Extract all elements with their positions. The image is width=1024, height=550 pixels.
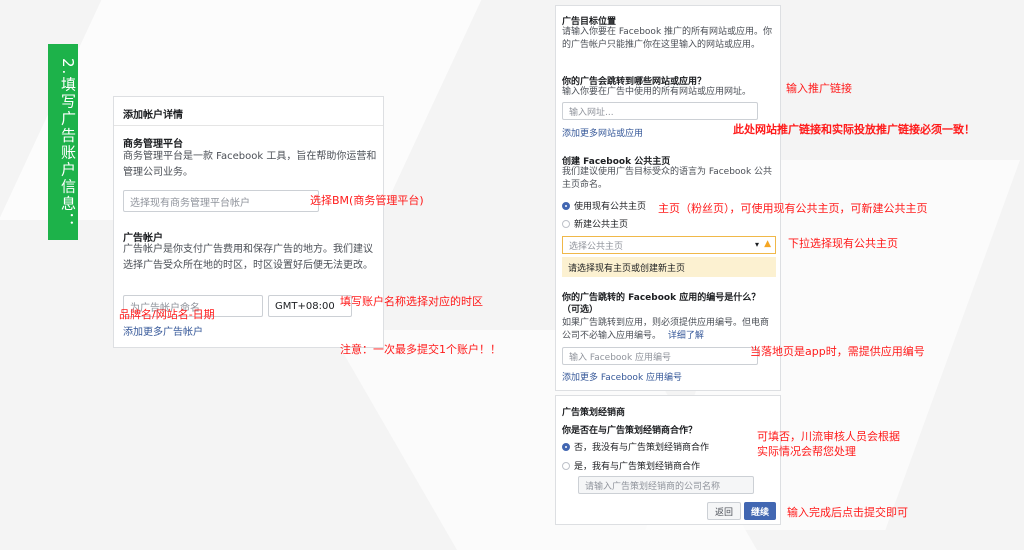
page-description: 我们建议使用广告目标受众的语言为 Facebook 公共主页命名。: [562, 167, 773, 190]
bm-description: 商务管理平台是一款 Facebook 工具，旨在帮助你运营和管理公司业务。: [123, 151, 377, 178]
annotation-account-name: 填写账户名称选择对应的时区: [340, 295, 483, 308]
annotation-app-id: 当落地页是app时，需提供应用编号: [750, 345, 925, 358]
app-id-input[interactable]: 输入 Facebook 应用编号: [562, 347, 758, 365]
ad-account-description: 广告帐户是你支付广告费用和保存广告的地方。我们建议选择广告受众所在地的时区，时区…: [123, 244, 373, 271]
radio-unselected-icon: [562, 219, 570, 228]
radio-label: 新建公共主页: [574, 220, 629, 230]
page-warning-message: 请选择现有主页或创建新主页: [562, 257, 776, 277]
agency-panel: 广告策划经销商 你是否在与广告策划经销商合作？ 否，我没有与广告策划经销商合作 …: [555, 395, 781, 525]
add-app-link[interactable]: 添加更多 Facebook 应用编号: [562, 370, 682, 383]
agency-name-input[interactable]: 请输入广告策划经销商的公司名称: [578, 476, 754, 494]
annotation-dropdown: 下拉选择现有公共主页: [788, 237, 898, 250]
annotation-name-format: 品牌名/网站名-日期: [119, 308, 215, 321]
app-label: 你的广告跳转的 Facebook 应用的编号是什么？（可选）: [562, 293, 761, 315]
back-button[interactable]: 返回: [707, 502, 741, 520]
app-description: 如果广告跳转到应用，则必须提供应用编号。但电商公司不必输入应用编号。 详细了解: [562, 317, 776, 343]
radio-agency-yes[interactable]: 是，我有与广告策划经销商合作: [562, 459, 700, 472]
learn-more-link[interactable]: 详细了解: [668, 331, 704, 341]
page-select-placeholder: 选择公共主页: [569, 241, 624, 252]
annotation-agency-2: 实际情况会帮您处理: [757, 445, 856, 458]
annotation-submit: 输入完成后点击提交即可: [787, 506, 908, 519]
annotation-url-match: 此处网站推广链接和实际投放推广链接必须一致！: [733, 123, 975, 136]
add-site-link[interactable]: 添加更多网站或应用: [562, 126, 643, 139]
radio-label: 使用现有公共主页: [574, 202, 647, 212]
agency-title: 广告策划经销商: [562, 408, 626, 418]
bm-label: 商务管理平台: [123, 139, 183, 150]
radio-selected-icon: [562, 442, 570, 451]
radio-selected-icon: [562, 201, 570, 210]
annotation-url: 输入推广链接: [786, 82, 852, 95]
bm-select-input[interactable]: 选择现有商务管理平台帐户: [123, 190, 319, 212]
radio-agency-no[interactable]: 否，我没有与广告策划经销商合作: [562, 440, 709, 453]
app-description-text: 如果广告跳转到应用，则必须提供应用编号。但电商公司不必输入应用编号。: [562, 318, 770, 341]
radio-use-existing-page[interactable]: 使用现有公共主页: [562, 199, 646, 212]
radio-label: 是，我有与广告策划经销商合作: [574, 462, 701, 472]
radio-label: 否，我没有与广告策划经销商合作: [574, 443, 710, 453]
target-description: 请输入你要在 Facebook 推广的所有网站或应用。你的广告帐户只能推广你在这…: [562, 27, 773, 50]
ad-destination-panel: 广告目标位置 请输入你要在 Facebook 推广的所有网站或应用。你的广告帐户…: [555, 5, 781, 391]
radio-unselected-icon: [562, 461, 570, 470]
continue-button[interactable]: 继续: [744, 502, 776, 520]
annotation-homepage: 主页（粉丝页），可使用现有公共主页，可新建公共主页: [658, 202, 928, 215]
page-select-dropdown[interactable]: 选择公共主页 ▾ ▲: [562, 236, 776, 254]
panel-title: 添加帐户详情: [123, 110, 183, 121]
website-url-input[interactable]: 输入网址...: [562, 102, 758, 120]
radio-create-new-page[interactable]: 新建公共主页: [562, 217, 628, 230]
warning-icon: ▲: [764, 239, 771, 249]
divider: [114, 125, 383, 126]
step-tag: 2.填写广告账户信息：: [48, 44, 78, 240]
annotation-limit: 注意：一次最多提交1个账户！！: [340, 343, 501, 356]
site-description: 输入你要在广告中使用的所有网站或应用网址。: [562, 87, 752, 97]
add-more-accounts-link[interactable]: 添加更多广告帐户: [123, 323, 203, 338]
annotation-bm: 选择BM(商务管理平台): [310, 194, 424, 207]
caret-down-icon: ▾: [754, 240, 759, 249]
annotation-agency-1: 可填否，川流审核人员会根据: [757, 430, 900, 443]
agency-question: 你是否在与广告策划经销商合作？: [562, 426, 698, 436]
